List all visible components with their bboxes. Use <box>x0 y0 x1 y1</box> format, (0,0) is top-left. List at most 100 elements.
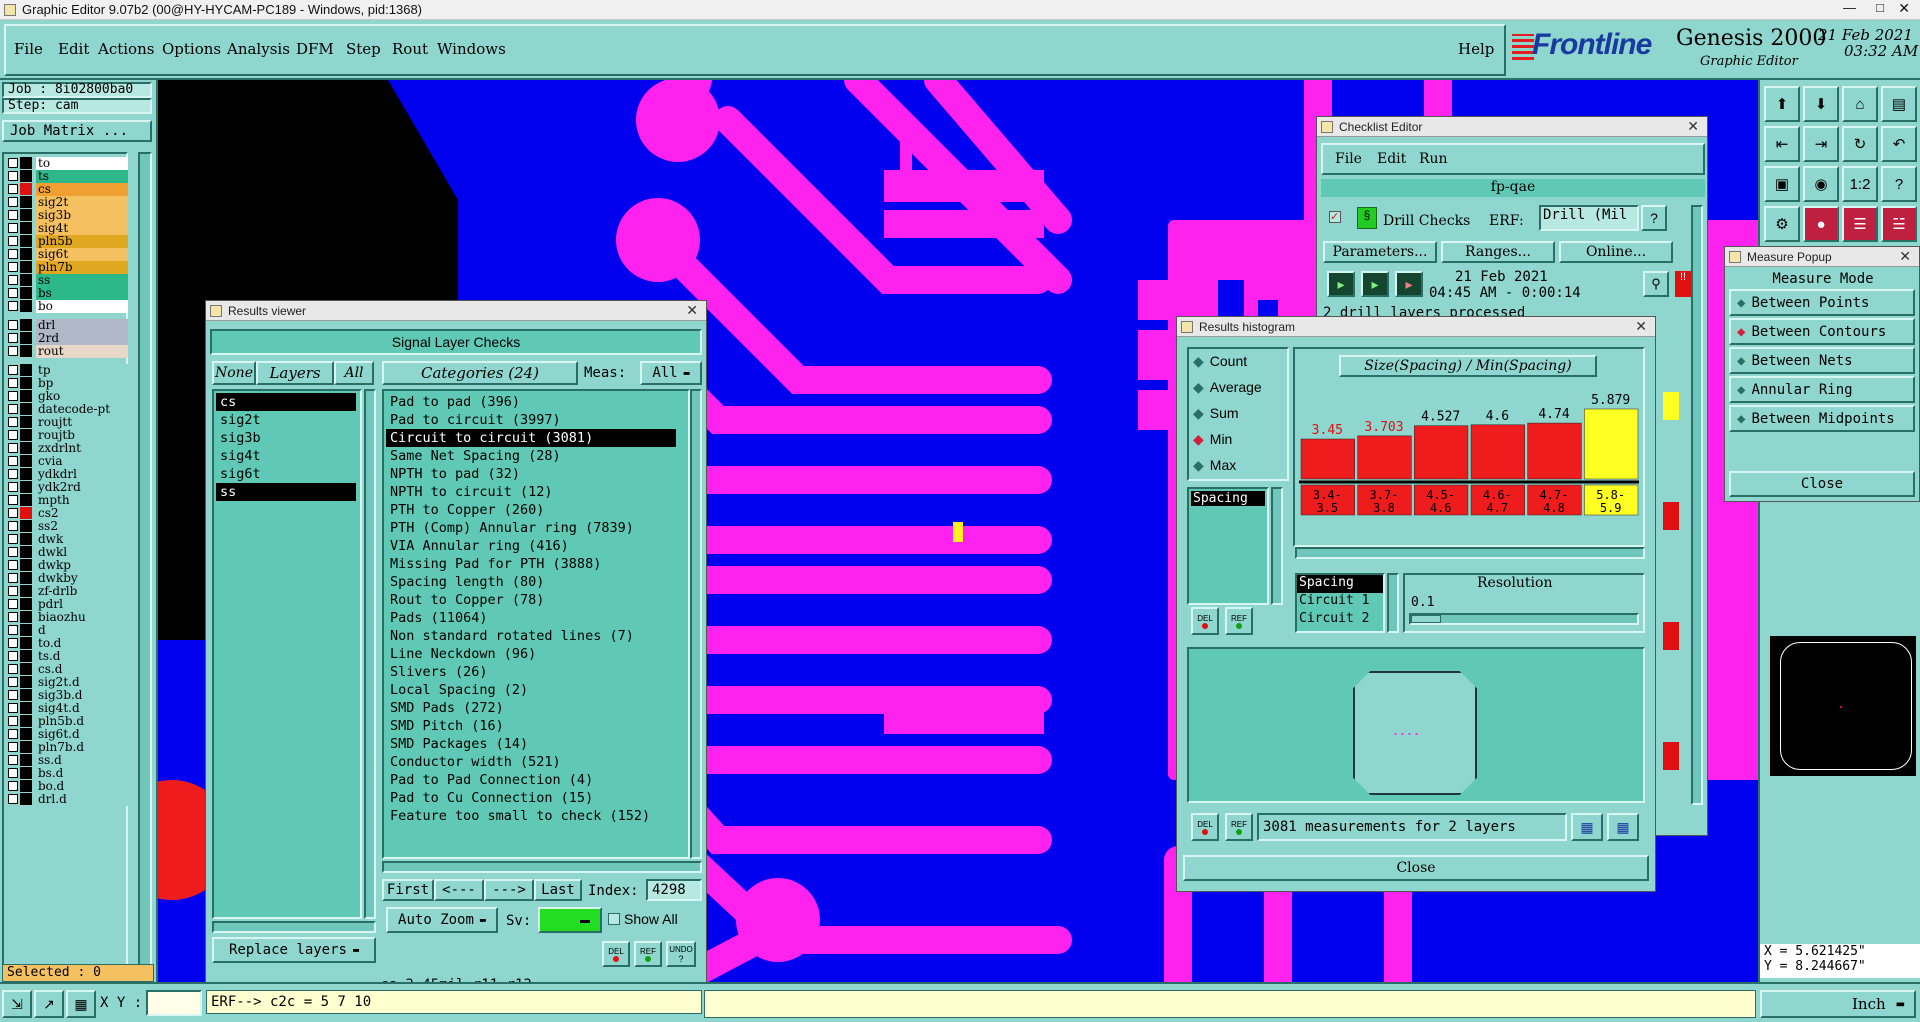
del-button[interactable]: DEL <box>602 941 630 967</box>
layer-name[interactable]: ydkdrl <box>36 467 128 481</box>
layer-row-pln5b[interactable]: pln5b <box>8 234 128 248</box>
checklist-menu-file[interactable]: File <box>1335 151 1362 167</box>
layer-checkbox[interactable] <box>8 573 18 583</box>
auto-zoom-dropdown[interactable]: Auto Zoom ▬ <box>386 907 498 933</box>
layer-name[interactable]: rout <box>36 344 128 358</box>
mode-option-max[interactable]: ◆ Max <box>1193 457 1236 474</box>
menu-actions[interactable]: Actions <box>98 40 154 58</box>
layer-row-cs.d[interactable]: cs.d <box>8 662 128 676</box>
layer-row-ydkdrl[interactable]: ydkdrl <box>8 467 128 481</box>
layer-checkbox[interactable] <box>8 664 18 674</box>
preview-del-button[interactable]: DEL <box>1191 813 1219 841</box>
categories-list[interactable]: Pad to pad (396) Pad to circuit (3997) Cir… <box>382 389 690 859</box>
measure-option[interactable]: ◆ Between Midpoints <box>1729 405 1915 432</box>
layer-list-item[interactable]: sig4t <box>216 447 356 465</box>
command-line[interactable] <box>704 990 1756 1018</box>
layer-row-d[interactable]: d <box>8 623 128 637</box>
undo-button[interactable]: UNDO ? <box>666 941 696 967</box>
category-item[interactable]: Conductor width (521) <box>386 753 676 771</box>
category-item[interactable]: SMD Pitch (16) <box>386 717 676 735</box>
layer-list-item[interactable]: cs <box>216 393 356 411</box>
layer-checkbox[interactable] <box>8 508 18 518</box>
layer-name[interactable]: to.d <box>36 636 128 650</box>
run-icon-3[interactable]: ▸ <box>1395 271 1423 297</box>
category-item[interactable]: Line Neckdown (96) <box>386 645 676 663</box>
layer-row-ss.d[interactable]: ss.d <box>8 753 128 767</box>
hist-ref-button[interactable]: REF <box>1225 607 1253 635</box>
panels-icon[interactable]: ☱ <box>1881 206 1917 242</box>
layer-checkbox[interactable] <box>8 469 18 479</box>
layer-row-pln7b.d[interactable]: pln7b.d <box>8 740 128 754</box>
layer-checkbox[interactable] <box>8 171 18 181</box>
pan-right-icon[interactable]: ⇥ <box>1803 126 1839 162</box>
prev-button[interactable]: <--- <box>434 879 484 901</box>
resolution-slider[interactable] <box>1409 613 1639 625</box>
layer-name[interactable]: dwkp <box>36 558 128 572</box>
close-icon[interactable]: ✕ <box>686 302 698 319</box>
layer-checkbox[interactable] <box>8 223 18 233</box>
results-viewer-titlebar[interactable]: Results viewer ✕ <box>206 301 706 321</box>
layer-checkbox[interactable] <box>8 638 18 648</box>
menu-dfm[interactable]: DFM <box>296 40 334 58</box>
center-icon[interactable]: ◉ <box>1803 166 1839 202</box>
layer-list-item[interactable]: sig2t <box>216 411 356 429</box>
category-item[interactable]: Pads (11064) <box>386 609 676 627</box>
layer-checkbox[interactable] <box>8 346 18 356</box>
layer-name[interactable]: ss2 <box>36 519 128 533</box>
grid-icon[interactable]: ▦ <box>66 990 96 1018</box>
layer-name[interactable]: sig2t <box>36 195 128 209</box>
layer-checkbox[interactable] <box>8 482 18 492</box>
layer-name[interactable]: d <box>36 623 128 637</box>
hist-del-button[interactable]: DEL <box>1191 607 1219 635</box>
frame-icon[interactable]: ▣ <box>1764 166 1800 202</box>
menu-help[interactable]: Help <box>1458 40 1494 58</box>
layer-row-bo[interactable]: bo <box>8 299 128 313</box>
layer-row-to.d[interactable]: to.d <box>8 636 128 650</box>
layer-checkbox[interactable] <box>8 333 18 343</box>
layer-row-ss2[interactable]: ss2 <box>8 519 128 533</box>
layer-row-pdrl[interactable]: pdrl <box>8 597 128 611</box>
layer-checkbox[interactable] <box>8 625 18 635</box>
mode-option-sum[interactable]: ◆ Sum <box>1193 405 1239 422</box>
layer-name[interactable]: ts <box>36 169 128 183</box>
layer-checkbox[interactable] <box>8 716 18 726</box>
record-icon[interactable]: ● <box>1803 206 1839 242</box>
layer-checkbox[interactable] <box>8 651 18 661</box>
layer-name[interactable]: sig6t <box>36 247 128 261</box>
category-item[interactable]: Slivers (26) <box>386 663 676 681</box>
layer-checkbox[interactable] <box>8 547 18 557</box>
layer-row-dwkp[interactable]: dwkp <box>8 558 128 572</box>
layer-name[interactable]: to <box>36 156 128 170</box>
mode-option-count[interactable]: ◆ Count <box>1193 353 1247 370</box>
maximize-icon[interactable]: □ <box>1876 0 1884 15</box>
layer-row-zf-drlb[interactable]: zf-drlb <box>8 584 128 598</box>
layer-checkbox[interactable] <box>8 301 18 311</box>
category-item[interactable]: Pad to Cu Connection (15) <box>386 789 676 807</box>
layer-list-item[interactable]: sig6t <box>216 465 356 483</box>
layer-checkbox[interactable] <box>8 755 18 765</box>
layer-row-pln5b.d[interactable]: pln5b.d <box>8 714 128 728</box>
layers-hscroll[interactable] <box>212 921 376 933</box>
undo-view-icon[interactable]: ↶ <box>1881 126 1917 162</box>
layer-checkbox[interactable] <box>8 210 18 220</box>
run-icon-1[interactable]: ▸ <box>1327 271 1355 297</box>
chart-export-icon[interactable]: ▦ <box>1607 813 1639 841</box>
category-item[interactable]: VIA Annular ring (416) <box>386 537 676 555</box>
column-item[interactable]: Spacing <box>1297 575 1383 593</box>
layer-checkbox[interactable] <box>8 320 18 330</box>
run-icon-2[interactable]: ▸ <box>1361 271 1389 297</box>
layer-name[interactable]: cs2 <box>36 506 128 520</box>
layer-checkbox[interactable] <box>8 262 18 272</box>
layer-name[interactable]: sig3b.d <box>36 688 128 702</box>
menu-options[interactable]: Options <box>162 40 221 58</box>
category-item[interactable]: Rout to Copper (78) <box>386 591 676 609</box>
layer-row-bs.d[interactable]: bs.d <box>8 766 128 780</box>
help-icon[interactable]: ? <box>1881 166 1917 202</box>
layer-name[interactable]: bs.d <box>36 766 128 780</box>
layer-name[interactable]: ts.d <box>36 649 128 663</box>
layer-name[interactable]: tp <box>36 363 128 377</box>
layer-name[interactable]: pln7b.d <box>36 740 128 754</box>
layer-row-gko[interactable]: gko <box>8 389 128 403</box>
layer-row-ydk2rd[interactable]: ydk2rd <box>8 480 128 494</box>
checklist-menu-run[interactable]: Run <box>1419 151 1448 167</box>
